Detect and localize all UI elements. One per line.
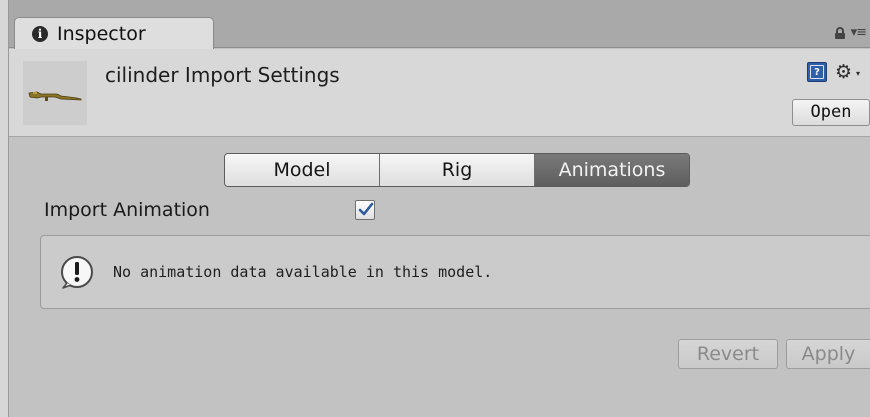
warning-icon (61, 256, 93, 289)
tab-menu-icon[interactable]: ▾≡ (851, 26, 867, 39)
tab-inspector[interactable]: i Inspector (14, 17, 214, 49)
tab-tools: ▾≡ (834, 26, 867, 39)
lock-icon[interactable] (834, 27, 845, 39)
page-title: cilinder Import Settings (105, 63, 340, 87)
import-tabs: Model Rig Animations (224, 153, 690, 187)
info-icon: i (32, 25, 48, 42)
gear-icon[interactable]: ⚙ (835, 61, 852, 83)
checkmark-icon (358, 202, 374, 216)
info-helpbox: No animation data available in this mode… (40, 235, 870, 309)
help-icon[interactable]: ? (807, 62, 827, 82)
inspector-header: cilinder Import Settings ? ⚙ ▾ Open (9, 49, 870, 137)
tab-inspector-label: Inspector (57, 22, 146, 45)
import-animation-checkbox[interactable] (355, 200, 375, 220)
tab-animations[interactable]: Animations (535, 154, 689, 186)
open-button[interactable]: Open (792, 99, 870, 126)
asset-thumbnail (23, 61, 87, 125)
helpbox-message: No animation data available in this mode… (113, 263, 493, 281)
apply-button[interactable]: Apply (786, 339, 870, 369)
tab-model[interactable]: Model (225, 154, 380, 186)
rifle-icon (28, 91, 82, 101)
inspector-window: i Inspector ▾≡ cilinder Import Settings … (0, 0, 870, 417)
tab-strip: i Inspector ▾≡ (9, 0, 870, 49)
import-animation-label: Import Animation (44, 199, 210, 221)
window-left-edge (0, 0, 9, 417)
chevron-down-icon[interactable]: ▾ (856, 69, 860, 78)
tab-rig[interactable]: Rig (380, 154, 535, 186)
revert-button[interactable]: Revert (678, 339, 778, 369)
